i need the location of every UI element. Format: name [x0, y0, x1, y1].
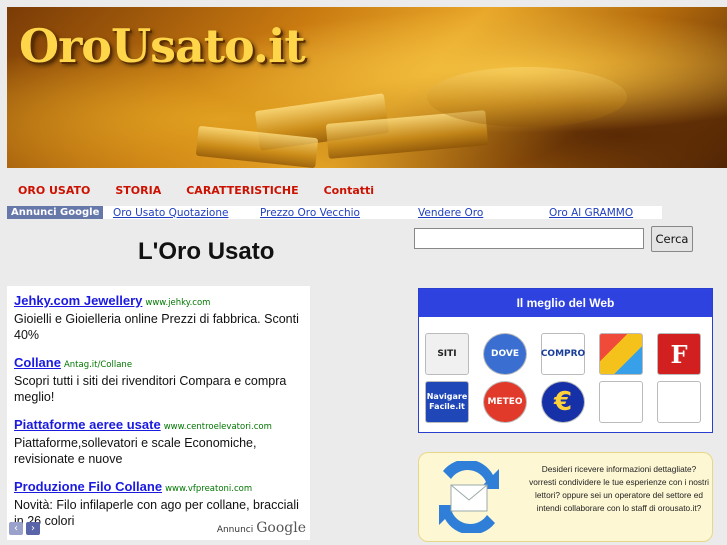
main-menu: ORO USATO STORIA CARATTERISTICHE Contatt… — [18, 184, 399, 197]
ad-title[interactable]: Piattaforme aeree usate — [14, 417, 161, 432]
ad-title[interactable]: Jehky.com Jewellery — [14, 293, 142, 308]
ad-next-arrow-icon[interactable]: › — [26, 522, 40, 535]
link-oro-usato-quotazione[interactable]: Oro Usato Quotazione — [113, 207, 228, 219]
search-button[interactable]: Cerca — [651, 226, 693, 252]
google-link-units: Annunci Google Oro Usato Quotazione Prez… — [7, 206, 662, 219]
best-of-web-icons: SITI DOVE COMPRO F Navigare Facile.it METEO € — [425, 333, 701, 423]
football-icon[interactable] — [657, 381, 701, 423]
google-ads-box: Jehky.com Jewellery www.jehky.com Gioiell… — [7, 286, 310, 540]
navigare-facile-icon[interactable]: Navigare Facile.it — [425, 381, 469, 423]
siti-icon[interactable]: SITI — [425, 333, 469, 375]
meteo-icon[interactable]: METEO — [483, 381, 527, 423]
page-title: L'Oro Usato — [138, 238, 275, 265]
ad-url[interactable]: www.vfpreatoni.com — [165, 484, 252, 494]
google-logo: Google — [256, 520, 306, 536]
ad-title[interactable]: Produzione Filo Collane — [14, 479, 162, 494]
compro-icon[interactable]: COMPRO — [541, 333, 585, 375]
link-oro-al-grammo[interactable]: Oro Al GRAMMO — [549, 207, 633, 219]
site-logo[interactable]: OroUsato.it — [19, 19, 306, 73]
best-of-web-title: Il meglio del Web — [419, 289, 712, 317]
f-icon[interactable]: F — [657, 333, 701, 375]
ad-description: Gioielli e Gioielleria online Prezzi di … — [14, 312, 299, 342]
cube-icon[interactable] — [599, 333, 643, 375]
ad-item: Piattaforme aeree usate www.centroelevato… — [14, 414, 303, 467]
menu-item-storia[interactable]: STORIA — [115, 184, 161, 197]
dove-icon[interactable]: DOVE — [483, 333, 527, 375]
euro-icon[interactable]: € — [541, 381, 585, 423]
ad-title[interactable]: Collane — [14, 355, 61, 370]
ad-url[interactable]: www.jehky.com — [145, 298, 210, 308]
ad-description: Piattaforme,sollevatori e scale Economic… — [14, 436, 257, 466]
ad-description: Scopri tutti i siti dei rivenditori Comp… — [14, 374, 287, 404]
link-prezzo-oro-vecchio[interactable]: Prezzo Oro Vecchio — [260, 207, 360, 219]
chain-icon[interactable] — [599, 381, 643, 423]
email-icon[interactable] — [429, 461, 509, 533]
contact-info-box: Desideri ricevere informazioni dettaglia… — [418, 452, 713, 542]
annunci-google-tag[interactable]: Annunci Google — [7, 206, 104, 219]
best-of-web-panel: Il meglio del Web SITI DOVE COMPRO F Navigar… — [418, 288, 713, 433]
ads-by-google[interactable]: Annunci Google — [217, 520, 306, 536]
header-banner: OroUsato.it — [7, 7, 727, 168]
annunci-label: Annunci — [216, 525, 254, 535]
ad-navigation: ‹ › — [9, 522, 40, 535]
menu-item-oro-usato[interactable]: ORO USATO — [18, 184, 90, 197]
ad-item: Collane Antag.it/Collane Scopri tutti i s… — [14, 352, 303, 405]
ad-item: Jehky.com Jewellery www.jehky.com Gioiell… — [14, 290, 303, 343]
menu-item-contatti[interactable]: Contatti — [324, 184, 374, 197]
ad-url[interactable]: Antag.it/Collane — [64, 360, 132, 370]
search-input[interactable] — [414, 228, 644, 249]
ad-url[interactable]: www.centroelevatori.com — [164, 422, 272, 432]
link-vendere-oro[interactable]: Vendere Oro — [418, 207, 483, 219]
ad-prev-arrow-icon[interactable]: ‹ — [9, 522, 23, 535]
menu-item-caratteristiche[interactable]: CARATTERISTICHE — [186, 184, 298, 197]
info-text: Desideri ricevere informazioni dettaglia… — [529, 464, 709, 513]
